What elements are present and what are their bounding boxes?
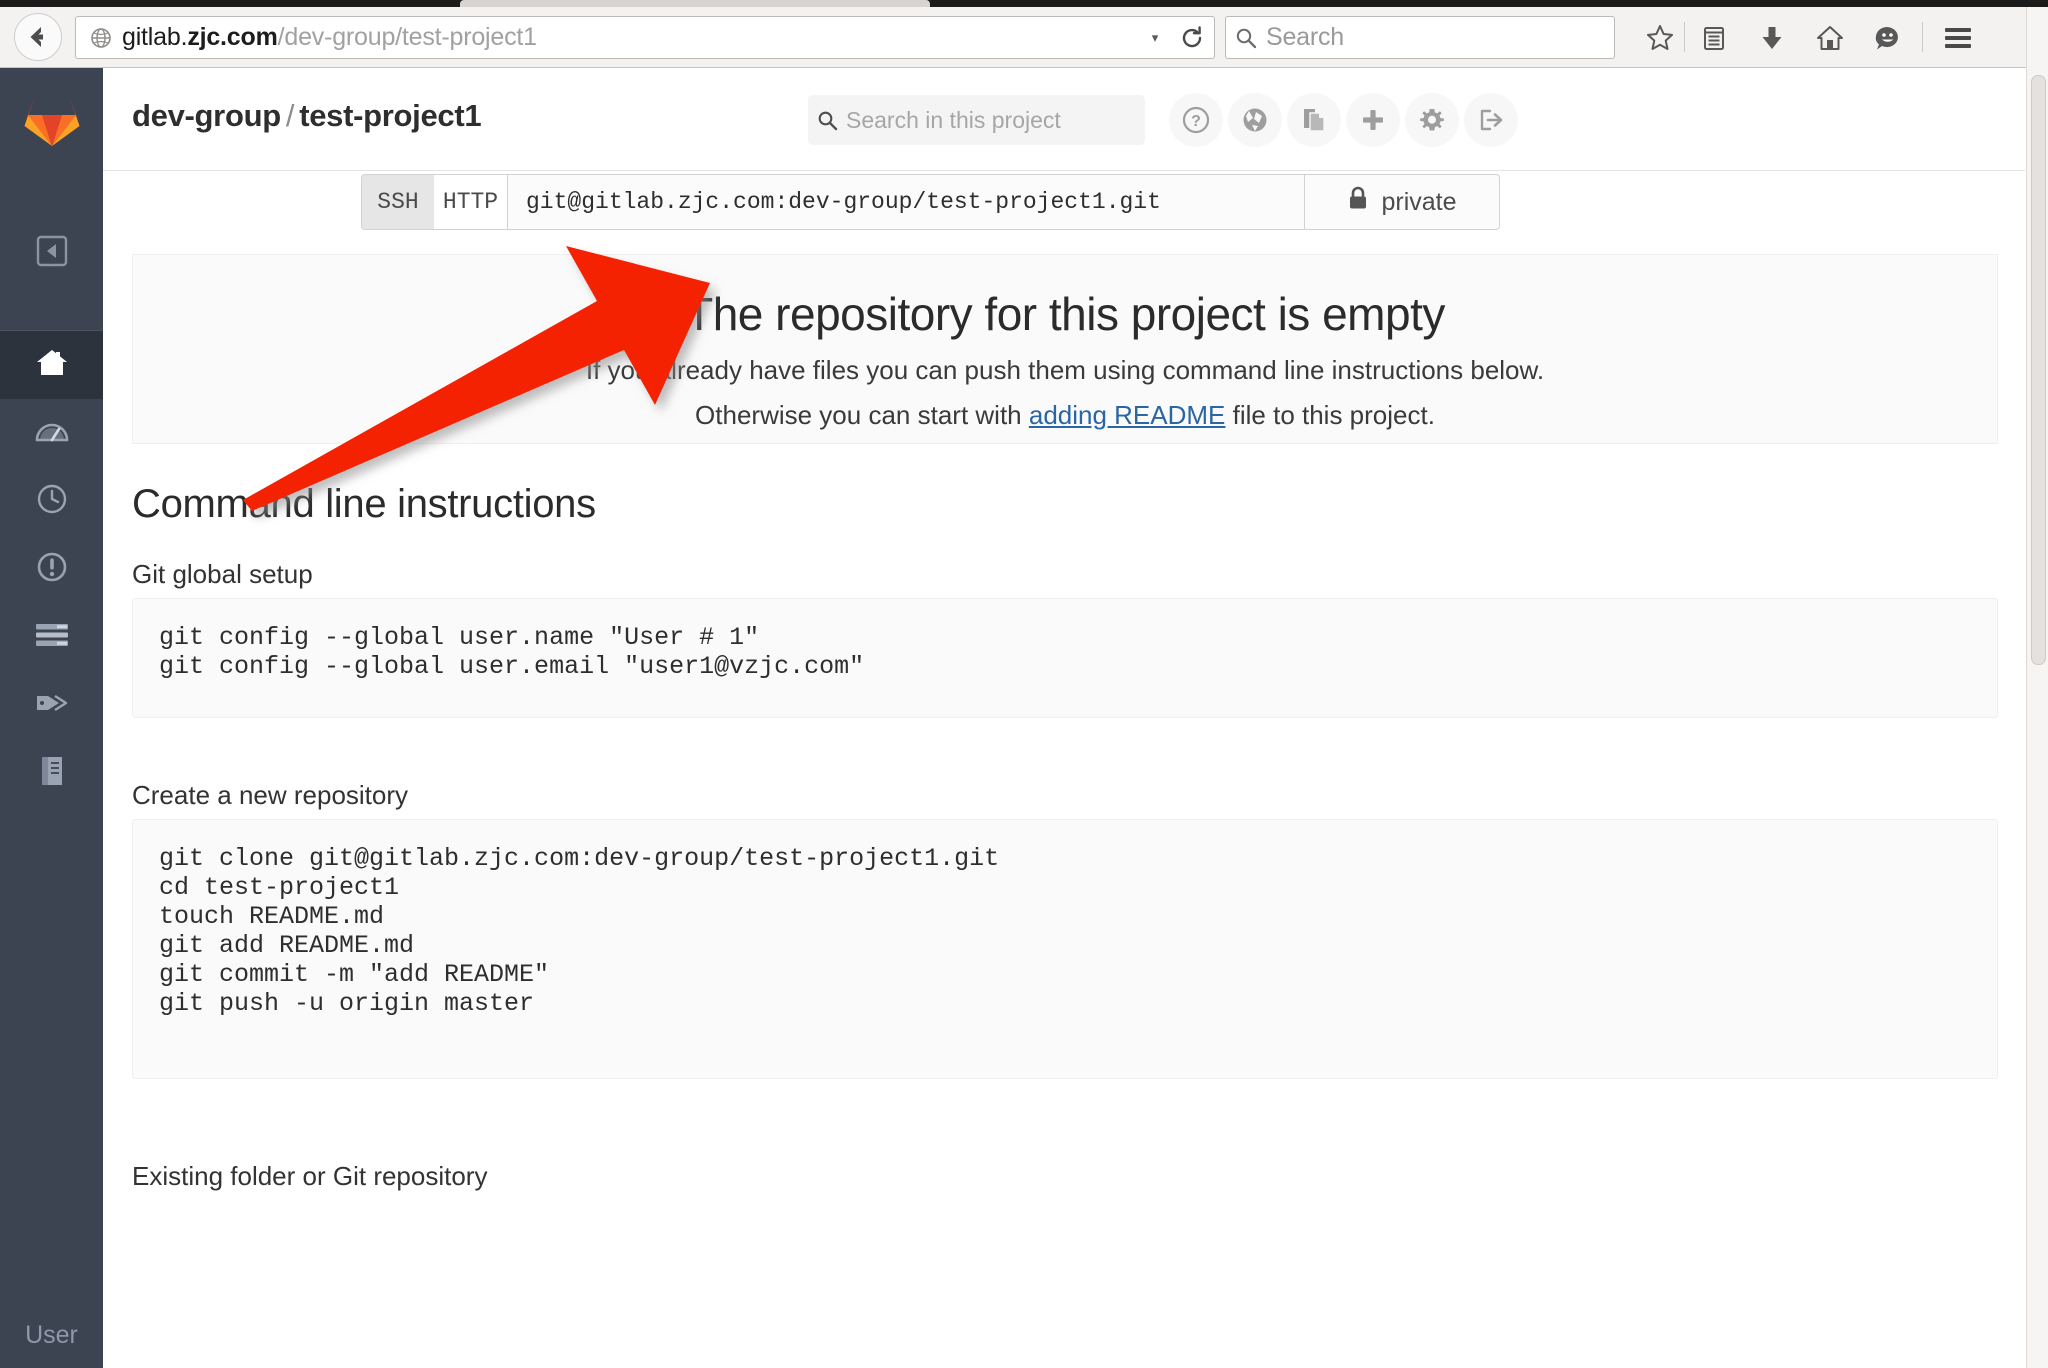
svg-text:?: ? [1191,113,1201,130]
reload-icon[interactable] [1170,16,1214,59]
pocket-icon[interactable] [1860,16,1916,60]
empty-line2-before: Otherwise you can start with [695,400,1029,430]
empty-repository-title: The repository for this project is empty [685,288,1445,340]
sidebar-item-wiki[interactable] [0,739,103,807]
sidebar-item-issues[interactable] [0,535,103,603]
sidebar-item-project-home[interactable] [0,331,103,399]
project-search-placeholder: Search in this project [846,106,1061,133]
sidebar-item-activity[interactable] [0,399,103,467]
clone-tab-ssh[interactable]: SSH [361,174,434,230]
gitlab-logo[interactable] [0,68,103,171]
browser-chrome: gitlab.zjc.com/dev-group/test-project1 ▾… [0,0,2048,68]
files-icon[interactable] [1287,93,1341,147]
url-prefix: gitlab. [122,23,188,51]
search-icon [1226,27,1266,49]
browser-search-placeholder: Search [1266,23,1345,51]
project-header: dev-group / test-project1 Search in this p… [103,68,2025,171]
project-search-input[interactable]: Search in this project [808,95,1145,145]
sidebar-item-labels[interactable] [0,671,103,739]
toolbar-divider-2 [1922,22,1923,52]
tag-icon [35,689,69,722]
sidebar-collapse-button[interactable] [0,171,103,331]
toolbar-divider [1684,22,1685,52]
cli-heading: Command line instructions [132,482,596,526]
clone-url-field[interactable]: git@gitlab.zjc.com:dev-group/test-projec… [507,174,1305,230]
empty-repository-line2: Otherwise you can start with adding READ… [133,400,1997,431]
back-button[interactable] [14,13,62,61]
url-path: /dev-group/test-project1 [277,23,537,51]
clock-icon [36,483,68,520]
breadcrumb-separator: / [285,98,295,133]
list-lines-icon [35,622,69,653]
empty-repository-line1: If you already have files you can push t… [585,355,1545,385]
browser-titlebar [0,0,2048,7]
browser-search-bar[interactable]: Search [1225,16,1615,59]
exclamation-circle-icon [36,551,68,588]
site-identity-globe-icon[interactable] [84,16,118,59]
menu-hamburger-icon[interactable] [1930,16,1986,60]
cli-section-title-2: Existing folder or Git repository [132,1161,488,1191]
page-scrollbar-thumb[interactable] [2031,75,2046,665]
adding-readme-link[interactable]: adding README [1029,400,1226,430]
url-bar[interactable]: gitlab.zjc.com/dev-group/test-project1 ▾ [75,16,1215,59]
search-icon [808,110,846,131]
lock-icon [1347,186,1369,218]
globe-icon[interactable] [1228,93,1282,147]
cli-code-block-1[interactable]: git clone git@gitlab.zjc.com:dev-group/t… [132,819,1998,1079]
cli-code-block-0[interactable]: git config --global user.name "User # 1"… [132,598,1998,718]
visibility-label: private [1381,187,1457,216]
cli-section-title-0: Git global setup [132,559,313,589]
library-icon[interactable] [1686,16,1742,60]
clone-panel: SSH HTTP git@gitlab.zjc.com:dev-group/te… [361,174,1500,230]
clone-tab-http[interactable]: HTTP [434,174,507,230]
sidebar-user-label[interactable]: User [0,1310,103,1360]
sidebar-item-merge-requests[interactable] [0,603,103,671]
breadcrumb-project[interactable]: test-project1 [299,98,481,133]
url-dropdown-icon[interactable]: ▾ [1140,30,1170,46]
breadcrumb-group[interactable]: dev-group [132,98,281,133]
sign-out-icon[interactable] [1464,93,1518,147]
gitlab-sidebar: User [0,68,103,1368]
visibility-badge: private [1305,174,1500,230]
help-icon[interactable]: ? [1169,93,1223,147]
url-text[interactable]: gitlab.zjc.com/dev-group/test-project1 [118,23,1140,52]
book-icon [37,755,67,792]
sidebar-item-cycle-analytics[interactable] [0,467,103,535]
breadcrumb: dev-group / test-project1 [132,98,482,134]
empty-repository-panel: The repository for this project is empty… [132,254,1998,444]
downloads-icon[interactable] [1744,16,1800,60]
home-icon [35,347,69,384]
bookmark-star-icon[interactable] [1632,16,1688,60]
page-content: dev-group / test-project1 Search in this p… [103,68,2048,1368]
browser-tab-stub[interactable] [460,0,930,7]
url-host: zjc.com [187,23,278,51]
dashboard-icon [35,416,69,451]
page-scrollbar-track[interactable] [2026,7,2048,1368]
empty-line2-after: file to this project. [1225,400,1435,430]
cli-section-title-1: Create a new repository [132,780,409,810]
gear-icon[interactable] [1405,93,1459,147]
plus-icon[interactable] [1346,93,1400,147]
home-icon[interactable] [1802,16,1858,60]
